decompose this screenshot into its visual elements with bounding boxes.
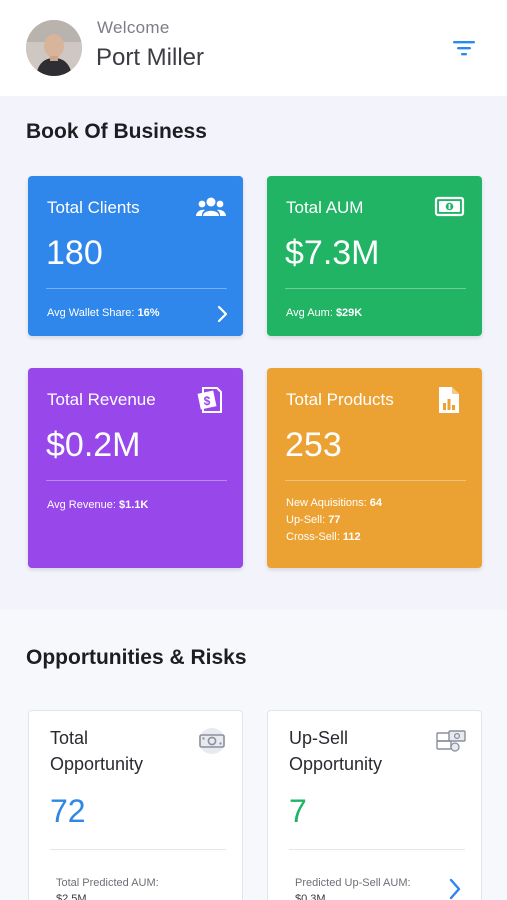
money-stack-icon [436,730,466,752]
divider [46,288,227,289]
user-name: Port Miller [96,44,205,71]
filter-icon [453,41,475,56]
avg-aum-value: $29K [335,307,363,319]
total-revenue-card[interactable]: Total Revenue $ $0.2M Avg Revenue: $1.1K [28,368,243,568]
divider [285,288,466,289]
cross-sell-label: Cross-Sell: [286,531,343,543]
chevron-right-icon[interactable] [447,877,463,900]
filter-button[interactable] [450,36,478,60]
card-label-line1: Up-Sell [289,728,349,748]
new-acquisitions-line: New Aquisitions: 64 [286,495,382,512]
card-value: 72 [50,793,86,829]
card-label: Up-Sell Opportunity [289,725,382,777]
app-header: Welcome Port Miller [0,0,507,96]
card-value: 7 [289,793,307,829]
people-icon [196,197,226,216]
revenue-bill-icon: $ [197,387,222,413]
card-footer: Avg Wallet Share: 16% [47,305,160,322]
cross-sell-value: 112 [342,531,361,543]
total-clients-card[interactable]: Total Clients 180 Avg Wallet Share: 16% [28,176,243,336]
avg-revenue-label: Avg Revenue: [47,499,119,511]
divider [50,849,226,850]
total-aum-card[interactable]: Total AUM $7.3M Avg Aum: $29K [267,176,482,336]
up-sell-opportunity-card[interactable]: Up-Sell Opportunity 7 Predicted Up-Sell … [267,710,482,900]
card-value: 253 [285,426,342,464]
card-label: Total Products [286,390,394,409]
predicted-up-sell-aum-label: Predicted Up-Sell AUM: [295,877,411,889]
avg-revenue-value: $1.1K [118,499,149,511]
card-label-line2: Opportunity [50,754,144,774]
card-footer: Avg Aum: $29K [286,305,362,322]
predicted-up-sell-aum-value: $0.3M [295,893,326,900]
card-label: Total AUM [286,198,364,217]
divider [285,480,466,481]
money-icon [434,196,465,217]
total-predicted-aum-label: Total Predicted AUM: [56,877,159,889]
card-label: Total Clients [47,198,140,217]
svg-text:$: $ [204,394,211,408]
up-sell-label: Up-Sell: [286,514,329,526]
card-label-line1: Total [50,728,89,748]
divider [289,849,465,850]
card-label: Total Opportunity [50,725,143,777]
avg-wallet-share-value: 16% [137,307,160,319]
divider [46,480,227,481]
new-acquisitions-value: 64 [369,497,383,509]
document-chart-icon [439,387,459,413]
card-footer: New Aquisitions: 64 Up-Sell: 77 Cross-Se… [286,495,382,546]
cross-sell-line: Cross-Sell: 112 [286,529,382,546]
book-of-business-title: Book Of Business [26,120,207,143]
card-label-line2: Opportunity [289,754,383,774]
avatar[interactable] [26,20,82,76]
avg-wallet-share-label: Avg Wallet Share: [47,307,138,319]
new-acquisitions-label: New Aquisitions: [286,497,370,509]
total-opportunity-card[interactable]: Total Opportunity 72 Total Predicted AUM… [28,710,243,900]
opportunities-risks-title: Opportunities & Risks [26,646,247,669]
avg-aum-label: Avg Aum: [286,307,336,319]
card-footer: Total Predicted AUM: $2.5M [56,875,159,900]
welcome-text: Welcome [97,18,170,37]
card-value: $0.2M [46,426,141,464]
total-predicted-aum-value: $2.5M [56,893,87,900]
card-footer: Avg Revenue: $1.1K [47,497,148,514]
chevron-right-icon[interactable] [215,305,229,323]
card-label: Total Revenue [47,390,156,409]
total-products-card[interactable]: Total Products 253 New Aquisitions: 64 U… [267,368,482,568]
up-sell-value: 77 [328,514,341,526]
card-value: $7.3M [285,234,380,272]
up-sell-line: Up-Sell: 77 [286,512,382,529]
card-value: 180 [46,234,103,272]
card-footer: Predicted Up-Sell AUM: $0.3M [295,875,411,900]
money-circle-icon [199,728,225,754]
